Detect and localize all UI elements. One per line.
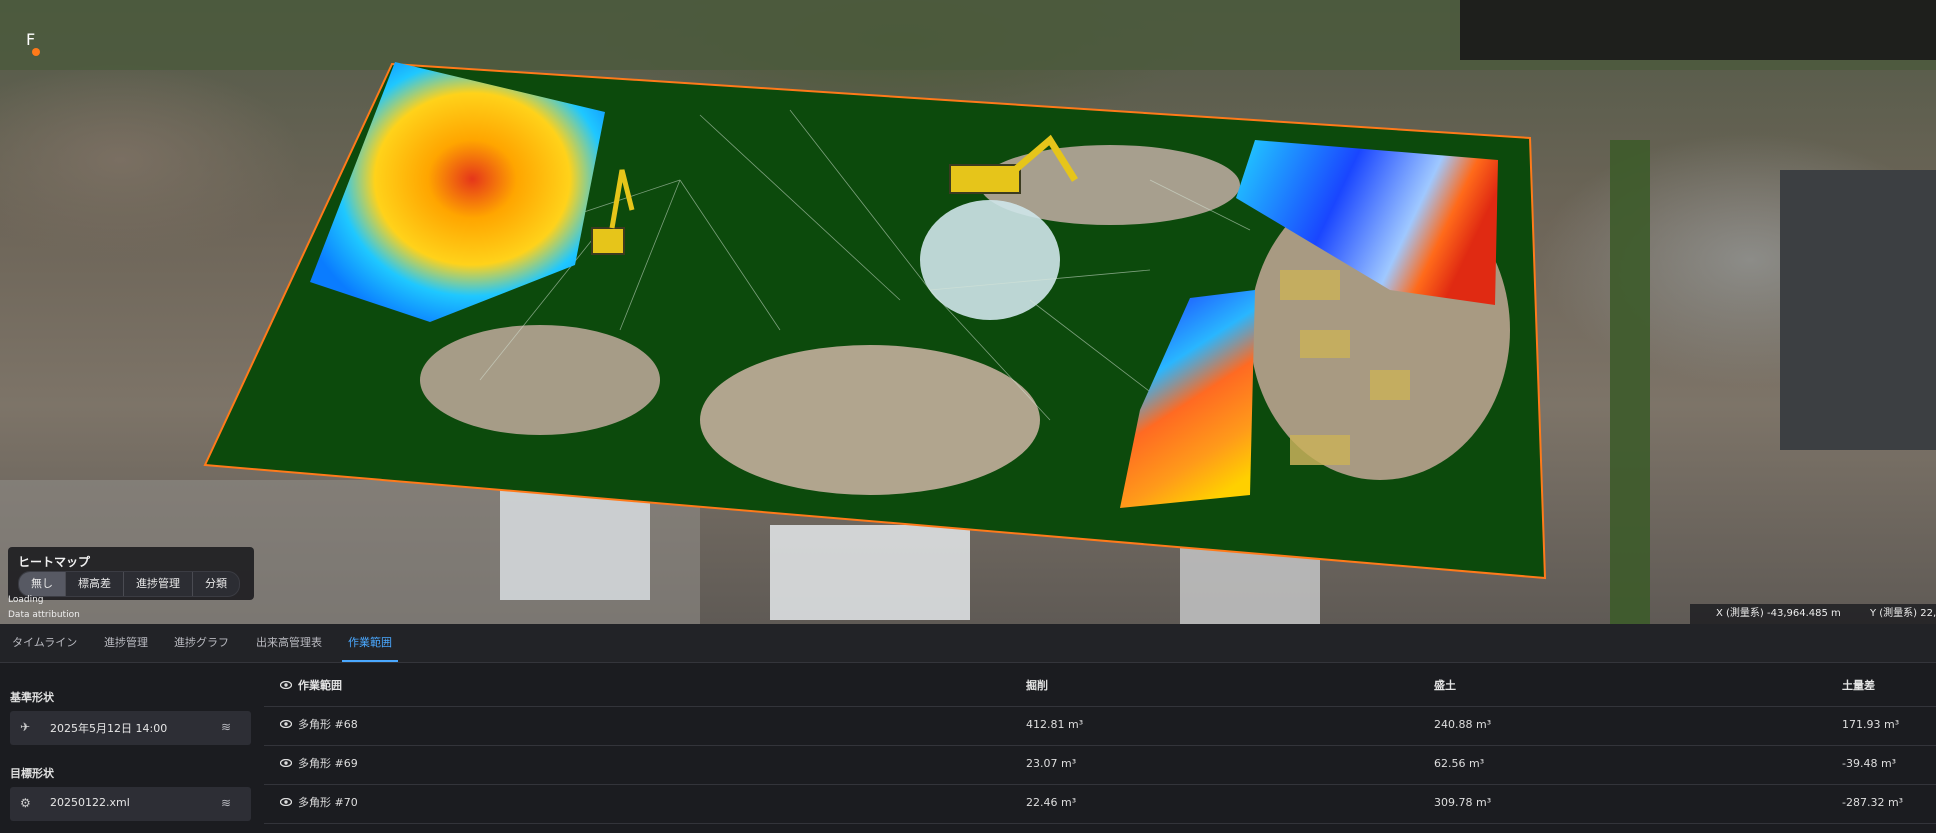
base-shape-value: 2025年5月12日 14:00 [50, 722, 168, 735]
heatmap-option-progress[interactable]: 進捗管理 [124, 572, 193, 596]
table-row[interactable]: 多角形 #68 412.81 m³ 240.88 m³ 171.93 m³ [264, 707, 1936, 746]
terrain-gap [700, 345, 1040, 495]
terrain-gap [420, 325, 660, 435]
table-row[interactable]: 多角形 #70 22.46 m³ 309.78 m³ -287.32 m³ [264, 785, 1936, 824]
road [1780, 170, 1936, 450]
heatmap-option-none[interactable]: 無し [19, 572, 66, 596]
row-cut: 23.07 m³ [1026, 757, 1077, 770]
dark-area [1460, 0, 1936, 60]
target-shape-label: 目標形状 [10, 767, 54, 780]
table-row[interactable]: 多角形 #69 23.07 m³ 62.56 m³ -39.48 m³ [264, 746, 1936, 785]
coord-x: X (測量系) -43,964.485 m [1716, 608, 1841, 619]
row-name: 多角形 #70 [298, 796, 358, 809]
row-name: 多角形 #68 [298, 718, 358, 731]
eye-icon[interactable] [280, 798, 292, 806]
design-file-icon: ⚙ [20, 796, 31, 810]
row-cut: 412.81 m³ [1026, 718, 1084, 731]
heatmap-toggle-group: 無し 標高差 進捗管理 分類 [18, 571, 240, 597]
row-diff: 171.93 m³ [1842, 718, 1900, 731]
tab-progress-graph[interactable]: 進捗グラフ [174, 624, 229, 662]
bottom-tab-bar: タイムライン 進捗管理 進捗グラフ 出来高管理表 作業範囲 [0, 624, 1936, 663]
building-2 [770, 525, 970, 620]
tab-work-area[interactable]: 作業範囲 [342, 624, 398, 662]
tab-timeline[interactable]: タイムライン [12, 624, 77, 662]
tab-progress[interactable]: 進捗管理 [104, 624, 148, 662]
building-1 [500, 490, 650, 600]
3d-map-viewport[interactable]: F ヒートマップ 無し 標高差 進捗管理 分類 Loading Data att… [0, 0, 1936, 624]
table-header: 作業範囲 掘削 盛土 土量差 [264, 668, 1936, 707]
row-fill: 240.88 m³ [1434, 718, 1492, 731]
layers-icon[interactable]: ≋ [221, 796, 231, 810]
header-volume-diff: 土量差 [1842, 679, 1875, 692]
heatmap-option-elevation-diff[interactable]: 標高差 [66, 572, 124, 596]
heatmap-option-classification[interactable]: 分類 [193, 572, 239, 596]
base-shape-selector[interactable]: ✈ 2025年5月12日 14:00 ≋ [10, 711, 251, 745]
row-name: 多角形 #69 [298, 757, 358, 770]
row-fill: 309.78 m³ [1434, 796, 1492, 809]
layers-icon[interactable]: ≋ [221, 720, 231, 734]
eye-icon[interactable] [280, 759, 292, 767]
site-3d-scene [0, 0, 1936, 624]
target-shape-selector[interactable]: ⚙ 20250122.xml ≋ [10, 787, 251, 821]
hedge-strip [1610, 140, 1650, 624]
data-attribution-link[interactable]: Data attribution [8, 610, 80, 620]
heatmap-title: ヒートマップ [18, 555, 91, 569]
header-fill: 盛土 [1434, 679, 1456, 692]
work-area-volume-table: 作業範囲 掘削 盛土 土量差 多角形 #68 412.81 m³ 240.88 … [264, 668, 1936, 833]
eye-icon[interactable] [280, 681, 292, 689]
target-shape-value: 20250122.xml [50, 796, 130, 809]
base-shape-label: 基準形状 [10, 691, 54, 704]
tab-yield-table[interactable]: 出来高管理表 [256, 624, 322, 662]
shape-settings-panel: 基準形状 ✈ 2025年5月12日 14:00 ≋ 目標形状 ⚙ 2025012… [0, 663, 260, 833]
compass-label: F [26, 30, 36, 49]
row-diff: -287.32 m³ [1842, 796, 1904, 809]
heatmap-panel: ヒートマップ 無し 標高差 進捗管理 分類 [8, 547, 254, 600]
drone-icon: ✈ [20, 720, 31, 734]
row-fill: 62.56 m³ [1434, 757, 1485, 770]
header-work-area: 作業範囲 [298, 679, 342, 692]
row-cut: 22.46 m³ [1026, 796, 1077, 809]
header-cut: 掘削 [1026, 679, 1048, 692]
coordinate-readout: X (測量系) -43,964.485 m Y (測量系) 22,731.239 [1690, 604, 1936, 624]
eye-icon[interactable] [280, 720, 292, 728]
row-diff: -39.48 m³ [1842, 757, 1897, 770]
coord-y: Y (測量系) 22,731.239 [1869, 608, 1936, 619]
compass-dot-icon [32, 48, 40, 56]
loading-status: Loading [8, 595, 44, 605]
compass-indicator[interactable]: F [26, 30, 40, 56]
